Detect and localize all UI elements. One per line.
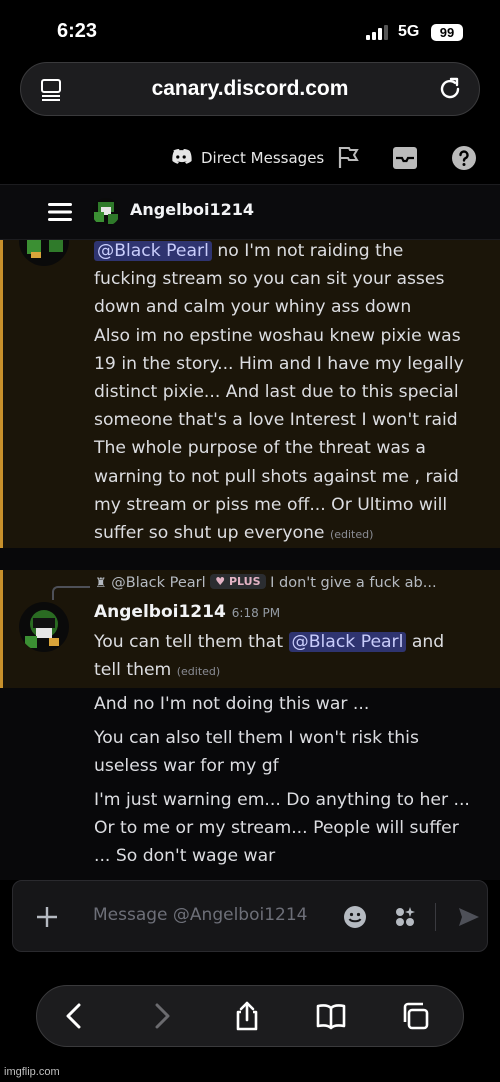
flag-icon[interactable]: [336, 145, 360, 169]
discord-icon: [172, 149, 192, 164]
forward-icon[interactable]: [145, 1000, 177, 1032]
message-composer[interactable]: Message @Angelboi1214: [12, 880, 488, 952]
browser-toolbar: [36, 985, 464, 1047]
message-author[interactable]: Angelboi1214: [94, 602, 226, 622]
battery-icon: 99: [431, 24, 463, 41]
plus-icon[interactable]: [35, 905, 59, 929]
url-text[interactable]: canary.discord.com: [21, 77, 479, 101]
emoji-icon[interactable]: [343, 905, 367, 929]
followup-message[interactable]: You can also tell them I won't risk this…: [94, 724, 494, 780]
plus-badge: ♥ PLUS: [210, 574, 266, 589]
status-bar: 6:23 5G 99: [0, 0, 500, 60]
avatar[interactable]: [92, 198, 120, 226]
message-list[interactable]: @Black Pearl no I'm not raiding the fuck…: [0, 240, 500, 880]
heart-icon: ♥: [215, 575, 226, 588]
status-time: 6:23: [57, 20, 98, 42]
message-timestamp: 6:18 PM: [231, 606, 281, 620]
back-icon[interactable]: [59, 1000, 91, 1032]
dm-label[interactable]: Direct Messages: [201, 149, 324, 167]
mention-black-pearl[interactable]: @Black Pearl: [94, 241, 212, 261]
edited-label: (edited): [329, 528, 374, 542]
reply-preview[interactable]: ♜ @Black Pearl ♥ PLUS I don't give a fuc…: [95, 574, 437, 591]
channel-header: Angelboi1214: [0, 184, 500, 240]
message-2[interactable]: ♜ @Black Pearl ♥ PLUS I don't give a fuc…: [0, 570, 500, 688]
url-bar[interactable]: canary.discord.com: [20, 62, 480, 116]
followup-message[interactable]: I'm just warning em... Do anything to he…: [94, 786, 494, 871]
message-2-text: You can tell them that @Black Pearl and …: [94, 632, 445, 681]
message-1[interactable]: @Black Pearl no I'm not raiding the fuck…: [0, 240, 500, 548]
dm-toolbar: Direct Messages: [0, 140, 500, 176]
avatar[interactable]: [19, 240, 69, 266]
followup-message[interactable]: And no I'm not doing this war ...: [94, 690, 494, 718]
header-username[interactable]: Angelboi1214: [130, 200, 254, 219]
reply-avatar-icon: ♜: [95, 576, 107, 591]
composer-divider: [435, 903, 436, 931]
reply-connector: [52, 586, 90, 600]
reload-icon[interactable]: [437, 76, 463, 102]
send-icon[interactable]: [457, 905, 481, 929]
message-2-header: Angelboi1214 6:18 PM: [94, 602, 280, 622]
share-icon[interactable]: [231, 1000, 263, 1032]
avatar[interactable]: [19, 602, 69, 652]
tabs-icon[interactable]: [399, 1000, 431, 1032]
message-1-text: @Black Pearl no I'm not raiding the fuck…: [94, 241, 464, 544]
message-input[interactable]: Message @Angelboi1214: [93, 905, 307, 925]
hamburger-icon[interactable]: [48, 202, 72, 222]
watermark: imgflip.com: [4, 1066, 60, 1078]
bookmarks-icon[interactable]: [315, 1000, 347, 1032]
inbox-icon[interactable]: [391, 145, 419, 171]
edited-label: (edited): [176, 665, 221, 679]
help-icon[interactable]: [451, 145, 477, 171]
reply-text: I don't give a fuck ab...: [270, 575, 437, 591]
signal-icon: [366, 25, 388, 40]
reply-author[interactable]: @Black Pearl: [111, 575, 205, 591]
network-type: 5G: [398, 23, 420, 40]
apps-icon[interactable]: [393, 905, 417, 929]
mention-black-pearl[interactable]: @Black Pearl: [288, 632, 407, 652]
